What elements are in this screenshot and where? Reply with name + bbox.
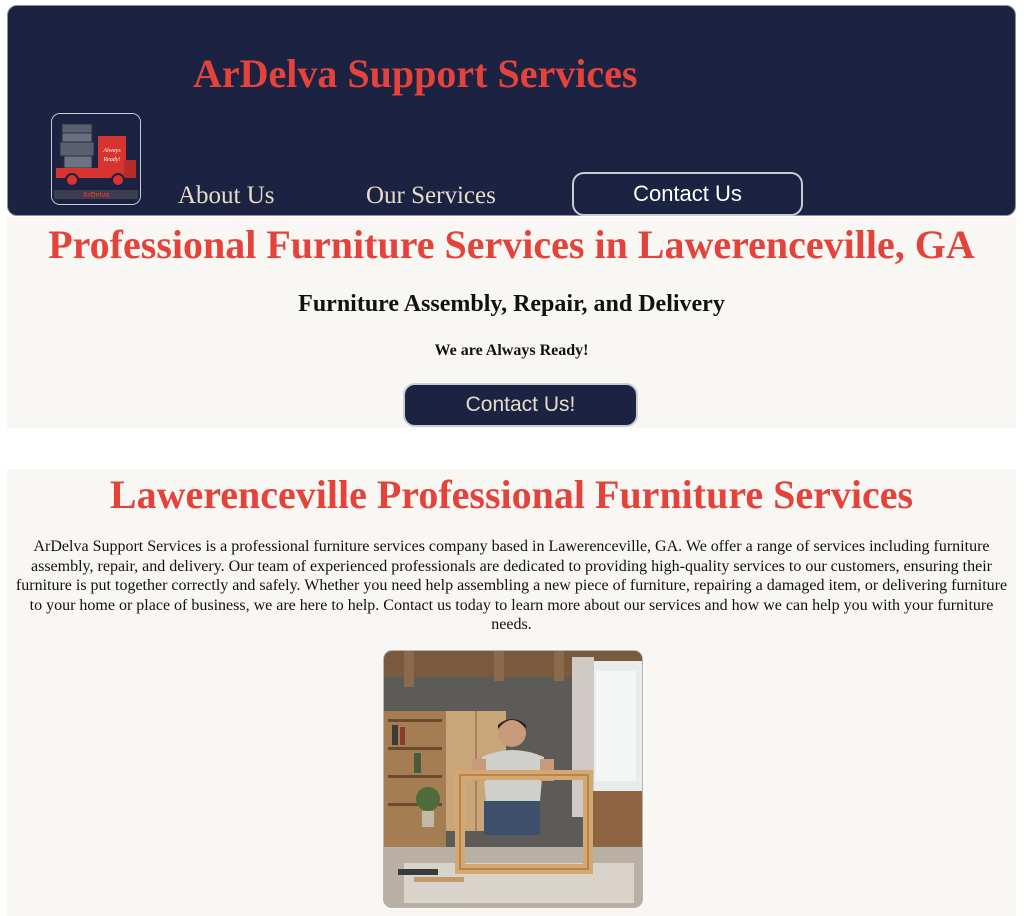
nav-contact-us-button[interactable]: Contact Us [572,172,803,216]
hero-subtitle: Furniture Assembly, Repair, and Delivery [298,291,725,317]
hero-section: Professional Furniture Services in Lawer… [7,217,1016,428]
svg-text:Always: Always [102,148,121,154]
svg-text:Ready!: Ready! [103,157,121,163]
site-title: ArDelva Support Services [193,51,638,96]
furniture-assembly-photo [383,650,643,908]
nav-about-us[interactable]: About Us [178,176,275,216]
about-title: Lawerenceville Professional Furniture Se… [109,472,914,517]
about-section: Lawerenceville Professional Furniture Se… [7,469,1016,916]
hero-title: Professional Furniture Services in Lawer… [48,222,975,267]
photo-illustration [384,651,642,907]
truck-logo-icon: Always Ready! ArDelva [52,114,140,204]
nav-our-services[interactable]: Our Services [366,176,496,216]
hero-tagline: We are Always Ready! [434,342,589,359]
logo[interactable]: Always Ready! ArDelva [51,113,141,205]
svg-text:ArDelva: ArDelva [83,192,110,199]
about-body: ArDelva Support Services is a profession… [15,538,1008,633]
site-header: ArDelva Support Services Always Ready! A… [7,5,1016,216]
contact-us-cta-button[interactable]: Contact Us! [403,383,638,427]
